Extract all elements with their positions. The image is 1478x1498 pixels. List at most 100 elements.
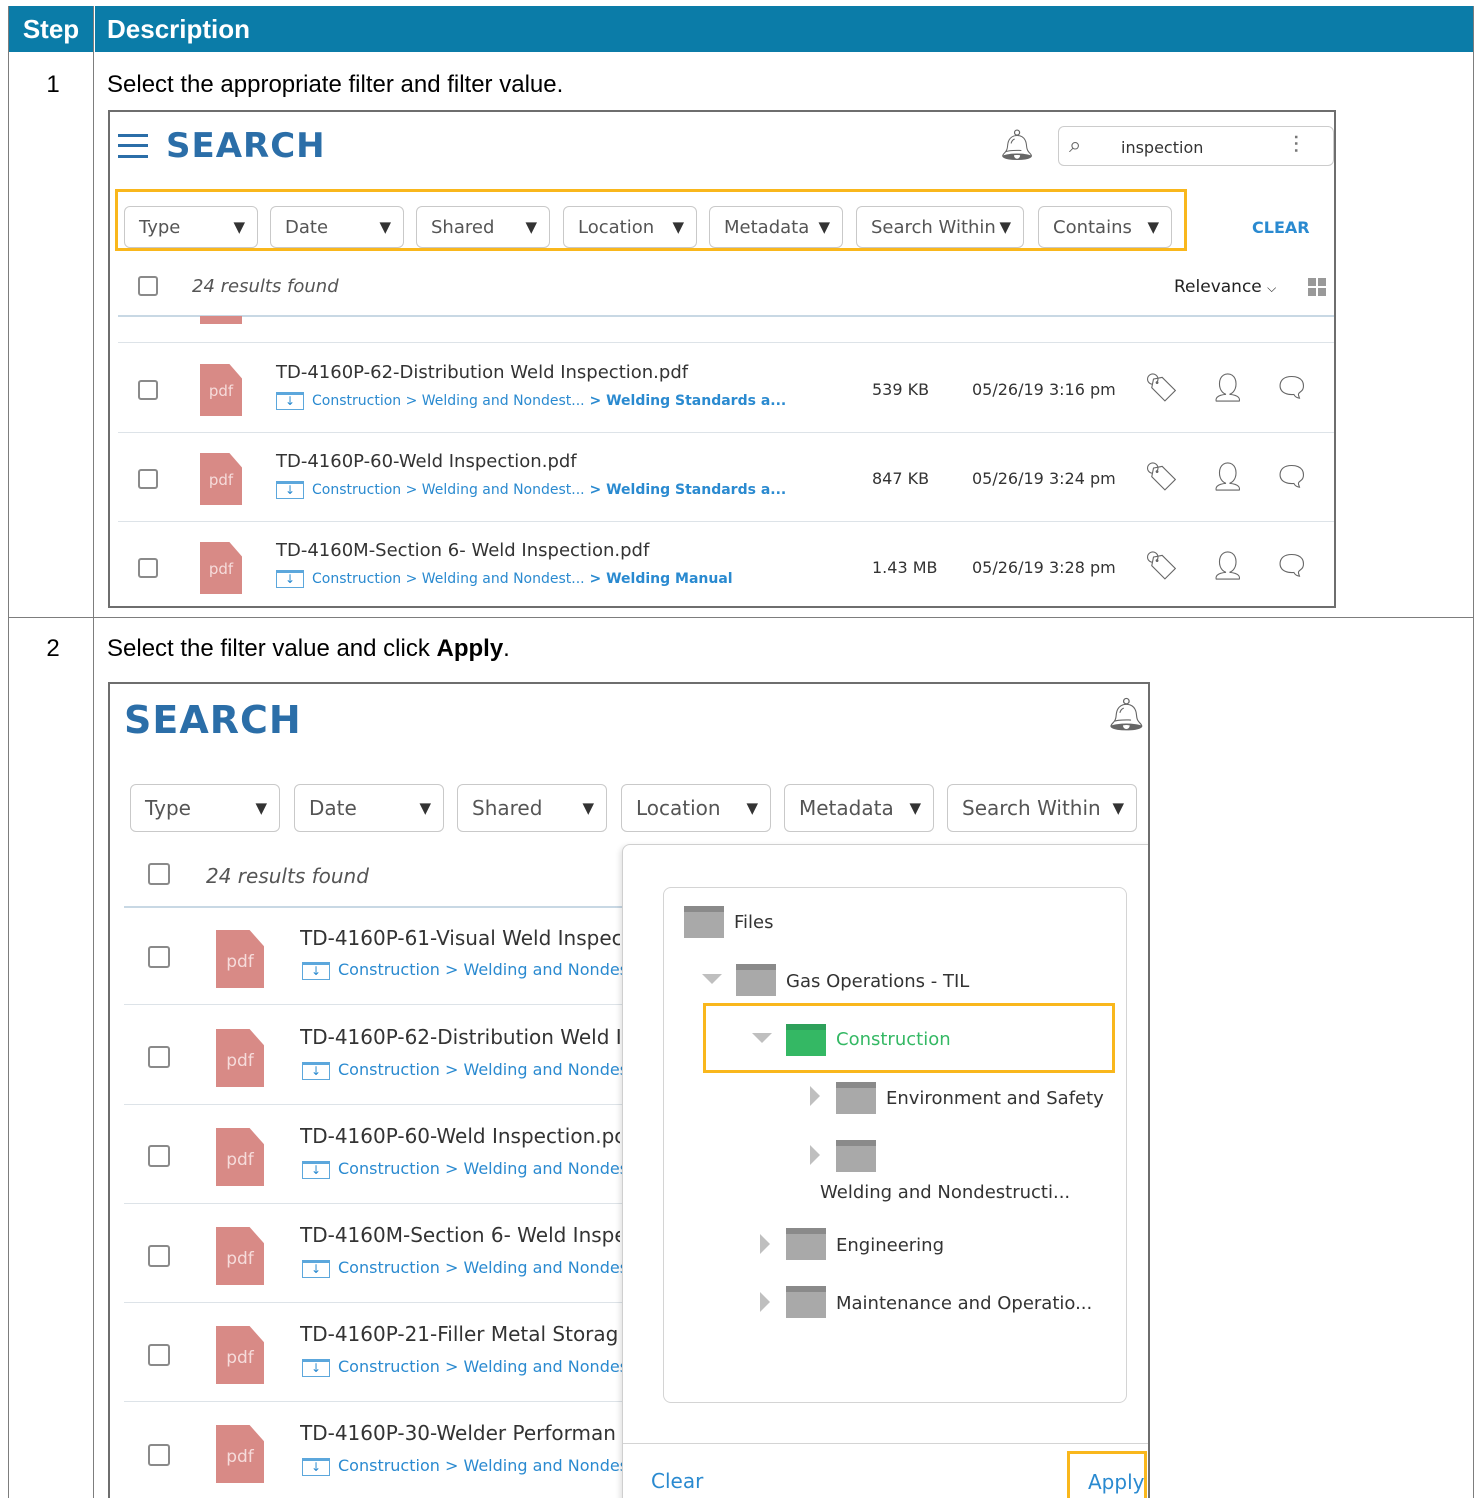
file-name[interactable]: TD-4160P-61-Visual Weld Inspec: [300, 926, 620, 950]
expand-right-icon[interactable]: [810, 1145, 820, 1165]
folder-icon: [786, 1228, 826, 1260]
grid-view-icon[interactable]: [1308, 278, 1326, 296]
file-path[interactable]: ↓ Construction > Welding and Nondest...: [302, 1159, 622, 1179]
highlight-filters: [115, 189, 1187, 251]
folder-icon: [836, 1140, 876, 1172]
download-icon[interactable]: ↓: [276, 481, 304, 499]
file-name[interactable]: TD-4160P-30-Welder Performan: [300, 1421, 620, 1445]
file-name[interactable]: TD-4160M-Section 6- Weld Inspection.pdf: [276, 540, 649, 561]
table-border-mid: [93, 6, 94, 1498]
clear-button[interactable]: CLEAR: [1252, 218, 1310, 237]
file-path[interactable]: ↓ Construction > Welding and Nondest... >…: [276, 392, 786, 410]
row-checkbox[interactable]: [148, 946, 170, 968]
file-path[interactable]: ↓ Construction > Welding and Nondest...: [302, 1060, 622, 1080]
row-checkbox[interactable]: [148, 1344, 170, 1366]
file-name[interactable]: TD-4160P-62-Distribution Weld I: [300, 1025, 620, 1049]
tree-node-maintenance[interactable]: Maintenance and Operatio...: [836, 1293, 1092, 1314]
select-all-checkbox[interactable]: [148, 863, 170, 885]
apply-button[interactable]: Apply: [1067, 1451, 1147, 1498]
row-separator: [124, 1401, 634, 1402]
search-box[interactable]: ⌕ inspection ⫶: [1058, 126, 1334, 166]
file-path[interactable]: ↓ Construction > Welding and Nondest... >…: [276, 570, 733, 588]
location-dropdown-panel: Files Gas Operations - TIL Construction …: [622, 844, 1148, 1498]
search-icon: ⌕: [1069, 133, 1082, 158]
expand-right-icon[interactable]: [810, 1086, 820, 1106]
row-separator: [124, 1302, 634, 1303]
apply-emphasis: Apply: [436, 635, 504, 662]
bell-icon[interactable]: 🔔︎: [998, 131, 1036, 161]
tag-icon[interactable]: 🏷︎: [1144, 552, 1180, 580]
file-path[interactable]: ↓ Construction > Welding and Nondest...: [302, 960, 622, 980]
expand-right-icon[interactable]: [760, 1292, 770, 1312]
bell-icon[interactable]: 🔔︎: [1106, 698, 1147, 730]
hamburger-icon[interactable]: [118, 134, 148, 158]
download-icon[interactable]: ↓: [276, 570, 304, 588]
filter-metadata[interactable]: Metadata ▼: [784, 784, 934, 832]
tag-icon[interactable]: 🏷︎: [1144, 463, 1180, 491]
clear-button[interactable]: Clear: [651, 1469, 703, 1493]
comment-icon[interactable]: 🗨︎: [1274, 463, 1310, 491]
file-name[interactable]: TD-4160P-21-Filler Metal Storag: [300, 1322, 620, 1346]
comment-icon[interactable]: 🗨︎: [1274, 552, 1310, 580]
download-icon[interactable]: ↓: [302, 1259, 330, 1278]
download-icon[interactable]: ↓: [302, 1457, 330, 1476]
screenshot-step1: SEARCH 🔔︎ ⌕ inspection ⫶ Type ▼ Date ▼ Sha…: [108, 110, 1336, 608]
search-input[interactable]: inspection: [1121, 138, 1203, 157]
filter-shared[interactable]: Shared ▼: [457, 784, 607, 832]
file-name[interactable]: TD-4160P-60-Weld Inspection.pc: [300, 1124, 620, 1148]
filter-date[interactable]: Date ▼: [294, 784, 444, 832]
file-name[interactable]: TD-4160P-62-Distribution Weld Inspection…: [276, 362, 688, 383]
chevron-down-icon: ⌵: [1267, 281, 1277, 295]
file-path[interactable]: ↓ Construction > Welding and Nondest... >…: [276, 481, 786, 499]
file-name[interactable]: TD-4160M-Section 6- Weld Inspe: [300, 1223, 620, 1247]
row-checkbox[interactable]: [148, 1145, 170, 1167]
step-number-2: 2: [46, 635, 60, 662]
document: Step Description 1 Select the appropriat…: [0, 0, 1478, 1498]
add-user-icon[interactable]: 👤︎: [1210, 463, 1246, 491]
row-separator: [118, 432, 1334, 433]
sort-dropdown[interactable]: Relevance ⌵: [1174, 277, 1276, 297]
row-checkbox[interactable]: [138, 469, 158, 489]
file-path[interactable]: ↓ Construction > Welding and Nondest...: [302, 1456, 622, 1476]
filter-type[interactable]: Type ▼: [130, 784, 280, 832]
file-path[interactable]: ↓ Construction > Welding and Nondest...: [302, 1258, 622, 1278]
file-path[interactable]: ↓ Construction > Welding and Nondest...: [302, 1357, 622, 1377]
download-icon[interactable]: ↓: [302, 961, 330, 980]
pdf-file-icon: pdf: [216, 1227, 264, 1285]
expand-down-icon[interactable]: [702, 974, 722, 984]
row-checkbox[interactable]: [148, 1245, 170, 1267]
download-icon[interactable]: ↓: [302, 1061, 330, 1080]
list-top-border: [124, 906, 634, 908]
select-all-checkbox[interactable]: [138, 276, 158, 296]
row-checkbox[interactable]: [138, 380, 158, 400]
add-user-icon[interactable]: 👤︎: [1210, 552, 1246, 580]
filter-location[interactable]: Location ▼: [621, 784, 771, 832]
row-checkbox[interactable]: [148, 1444, 170, 1466]
row-divider: [8, 617, 1474, 618]
add-user-icon[interactable]: 👤︎: [1210, 374, 1246, 402]
file-name[interactable]: TD-4160P-60-Weld Inspection.pdf: [276, 451, 577, 472]
tree-node-environment-safety[interactable]: Environment and Safety: [886, 1088, 1104, 1109]
tree-node-engineering[interactable]: Engineering: [836, 1235, 944, 1256]
tree-node-files[interactable]: Files: [734, 912, 774, 933]
expand-right-icon[interactable]: [760, 1234, 770, 1254]
filter-search-within[interactable]: Search Within ▼: [947, 784, 1137, 832]
pdf-file-icon: pdf: [216, 1425, 264, 1483]
comment-icon[interactable]: 🗨︎: [1274, 374, 1310, 402]
row-separator: [118, 521, 1334, 522]
pdf-file-icon: pdf: [216, 1029, 264, 1087]
filter-settings-icon[interactable]: ⫶: [1293, 131, 1299, 159]
download-icon[interactable]: ↓: [302, 1358, 330, 1377]
row-checkbox[interactable]: [138, 558, 158, 578]
row-checkbox[interactable]: [148, 1046, 170, 1068]
file-date: 05/26/19 3:16 pm: [972, 380, 1116, 399]
tree-node-gas-operations[interactable]: Gas Operations - TIL: [786, 971, 969, 992]
row-separator: [124, 1203, 634, 1204]
tag-icon[interactable]: 🏷︎: [1144, 374, 1180, 402]
pdf-file-icon: pdf: [200, 364, 242, 416]
download-icon[interactable]: ↓: [302, 1160, 330, 1179]
download-icon[interactable]: ↓: [276, 392, 304, 410]
highlight-construction: [703, 1003, 1115, 1073]
tree-node-welding[interactable]: Welding and Nondestructi...: [820, 1182, 1070, 1203]
row-separator: [124, 1104, 634, 1105]
